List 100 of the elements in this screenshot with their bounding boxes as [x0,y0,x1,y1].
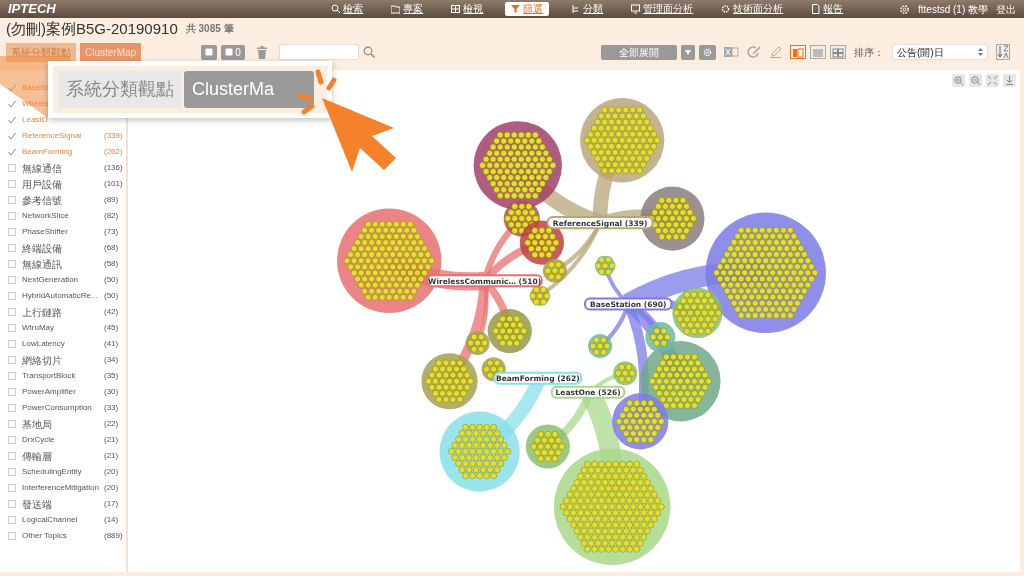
topic-label[interactable]: 無線通訊 [22,256,104,272]
nav-tab[interactable]: 報告 [805,2,850,16]
topic-count: (34) [104,354,119,366]
checkmark-icon[interactable] [8,148,16,156]
nav-tab[interactable]: 技術面分析 [715,2,790,16]
checkbox[interactable] [8,500,16,508]
checkbox[interactable] [8,356,16,364]
document-cluster[interactable] [542,258,567,283]
split-view-button[interactable] [790,45,806,59]
zoom-in-icon[interactable] [952,74,965,87]
topic-label[interactable]: 終端設備 [22,240,104,256]
folder-icon [391,4,401,14]
checkbox[interactable] [8,212,16,220]
select-button[interactable] [201,44,218,60]
topic-count: (20) [104,482,119,494]
checkbox[interactable] [8,420,16,428]
topic-label[interactable]: 參考信號 [22,192,104,208]
nav-tab[interactable]: 檢視 [445,2,490,16]
settings-button[interactable] [699,44,716,60]
checkbox[interactable] [8,324,16,332]
nav-tab[interactable]: 管理面分析 [625,2,700,16]
checkmark-icon[interactable] [8,84,16,92]
document-cluster[interactable] [705,212,826,334]
caret-icon [685,49,691,55]
settings-icon[interactable] [899,3,910,15]
topic-label[interactable]: InterferenceMitigation [22,482,104,494]
topic-count: (30) [104,386,119,398]
topic-label[interactable]: SchedulingEntity [22,466,104,478]
topic-label[interactable]: LowLatency [22,338,104,350]
checkbox[interactable] [8,484,16,492]
checkbox[interactable] [8,532,16,540]
checkbox[interactable] [8,260,16,268]
topic-count: (17) [104,498,119,510]
checkbox[interactable] [8,340,16,348]
topic-label[interactable]: 上行鏈路 [22,304,104,320]
sort-select[interactable]: 公告(開)日 [892,44,988,60]
checkbox[interactable] [8,404,16,412]
square-icon [205,48,214,56]
topic-label[interactable]: LogicalChannel [22,514,104,526]
document-cluster[interactable] [473,121,562,210]
checkbox[interactable] [8,292,16,300]
logout-link[interactable]: 登出 [996,1,1016,17]
grid-view-button[interactable] [830,45,846,59]
list-view-button[interactable] [810,45,826,59]
checkbox[interactable] [8,452,16,460]
checkbox[interactable] [8,388,16,396]
fit-icon[interactable] [986,74,999,87]
checkmark-icon[interactable] [8,132,16,140]
pencil-icon[interactable] [769,46,782,58]
topic-label[interactable]: WtruMay [22,322,104,334]
topic-label[interactable]: 用戶設備 [22,176,104,192]
checkbox[interactable] [8,244,16,252]
spreadsheet-icon[interactable] [724,46,739,58]
topic-label[interactable]: TransportBlock [22,370,104,382]
trash-icon[interactable] [256,45,267,59]
topic-count: (82) [104,210,119,222]
topic-label[interactable]: Other Topics [22,530,104,542]
topic-count: (45) [104,322,119,334]
sort-order-button[interactable] [996,44,1010,60]
zoom-out-icon[interactable] [969,74,982,87]
checkbox[interactable] [8,164,16,172]
search-field[interactable] [278,44,359,60]
topic-count: (136) [104,162,123,174]
checkmark-icon[interactable] [8,116,16,124]
topic-label[interactable]: 基地局 [22,416,104,432]
nav-tab[interactable]: 分類 [565,2,610,16]
nav-tab[interactable]: 檢索 [325,2,370,16]
topic-count: (35) [104,370,119,382]
checkmark-icon[interactable] [8,100,16,108]
topic-count: (50) [104,274,119,286]
topic-label[interactable]: 網絡切片 [22,352,104,368]
checkbox[interactable] [8,276,16,284]
topic-count: (73) [104,226,119,238]
topic-label[interactable]: NetworkSlice [22,210,104,222]
funnel-icon [511,4,521,14]
checkbox[interactable] [8,372,16,380]
search-icon[interactable] [362,46,375,58]
checkbox[interactable] [8,436,16,444]
topic-count: (339) [104,130,123,142]
topic-label[interactable]: 發送端 [22,496,104,512]
topic-label[interactable]: PhaseShifter [22,226,104,238]
chart-pen-icon[interactable] [747,46,761,58]
checkbox[interactable] [8,228,16,236]
dropdown-button[interactable] [681,44,695,60]
checkbox[interactable] [8,516,16,524]
topic-label[interactable]: HybridAutomaticRe... [22,290,104,302]
checkbox[interactable] [8,196,16,204]
download-icon[interactable] [1003,74,1016,87]
topic-label[interactable]: NextGeneration [22,274,104,286]
topic-label[interactable]: 無線通信 [22,160,104,176]
topic-label[interactable]: PowerConsumption [22,402,104,414]
nav-tab[interactable]: 專案 [385,2,430,16]
checkbox[interactable] [8,180,16,188]
topic-label[interactable]: DrxCycle [22,434,104,446]
topic-label[interactable]: PowerAmplifier [22,386,104,398]
sort-label: 排序： [854,45,884,60]
topic-label[interactable]: 傳輸層 [22,448,104,464]
checkbox[interactable] [8,308,16,316]
user-name[interactable]: fttestsd (1) 教學 [918,1,988,17]
checkbox[interactable] [8,468,16,476]
